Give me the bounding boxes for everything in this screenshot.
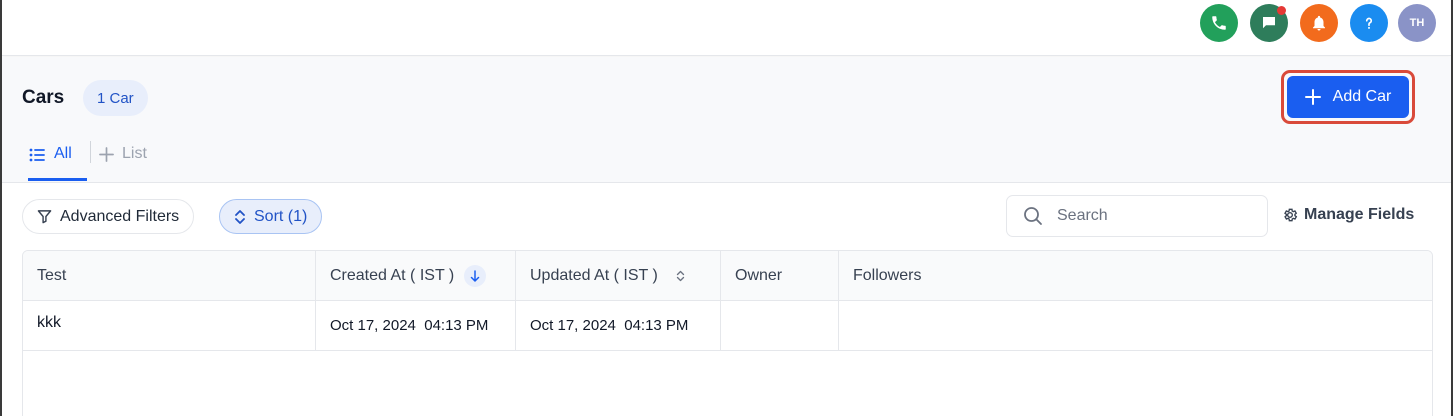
table-row[interactable]: kkk Oct 17, 2024 04:13 PM Oct 17, 2024 0… [23,301,1432,351]
tab-all-label: All [54,145,72,162]
cars-table: Test Created At ( IST ) Updated At ( IST… [22,250,1433,416]
cell-updated-at: Oct 17, 2024 04:13 PM [516,301,721,350]
page-header: Cars 1 Car Add Car All List [2,57,1451,183]
app-frame: TH Cars 1 Car Add Car All List Advanced [0,0,1453,416]
cell-created-at: Oct 17, 2024 04:13 PM [316,301,516,350]
cell-followers [839,301,1432,350]
bell-icon[interactable] [1300,4,1338,42]
phone-icon[interactable] [1200,4,1238,42]
sort-descending-icon[interactable] [464,264,487,287]
column-header-followers[interactable]: Followers [839,251,1432,300]
table-header-row: Test Created At ( IST ) Updated At ( IST… [23,251,1432,301]
add-car-label: Add Car [1332,88,1392,105]
manage-fields-button[interactable]: Manage Fields [1282,206,1414,224]
plus-icon [1304,89,1321,105]
filter-icon [37,210,52,224]
tab-all[interactable]: All [28,133,87,181]
tab-list[interactable]: List [99,145,147,163]
manage-fields-label: Manage Fields [1304,206,1415,223]
add-button-highlight: Add Car [1281,70,1415,124]
sort-button[interactable]: Sort (1) [219,199,323,234]
search-icon [1024,207,1042,225]
sort-unsorted-icon[interactable] [676,270,685,282]
advanced-filters-button[interactable]: Advanced Filters [22,199,195,234]
cell-test: kkk [23,301,316,350]
avatar-initials: TH [1409,17,1425,29]
cell-owner [721,301,839,350]
help-icon[interactable] [1350,4,1388,42]
plus-icon [99,146,114,162]
list-icon [29,148,45,162]
tab-list-label: List [122,145,147,162]
sort-label: Sort (1) [254,207,308,225]
top-bar: TH [2,0,1451,56]
add-car-button[interactable]: Add Car [1287,76,1409,118]
column-header-owner[interactable]: Owner [721,251,839,300]
sort-icon [235,209,245,224]
avatar[interactable]: TH [1398,4,1436,42]
column-header-updated-at[interactable]: Updated At ( IST ) [516,251,721,300]
advanced-filters-label: Advanced Filters [60,207,180,225]
column-header-created-at[interactable]: Created At ( IST ) [316,251,516,300]
search-input[interactable] [1057,207,1237,225]
chat-icon[interactable] [1250,4,1288,42]
gear-icon [1284,208,1298,222]
column-header-test[interactable]: Test [23,251,316,300]
page-title: Cars [22,87,65,108]
notification-dot [1277,6,1286,15]
tab-divider [90,141,91,163]
search-box[interactable] [1006,195,1268,237]
count-badge: 1 Car [83,80,148,116]
